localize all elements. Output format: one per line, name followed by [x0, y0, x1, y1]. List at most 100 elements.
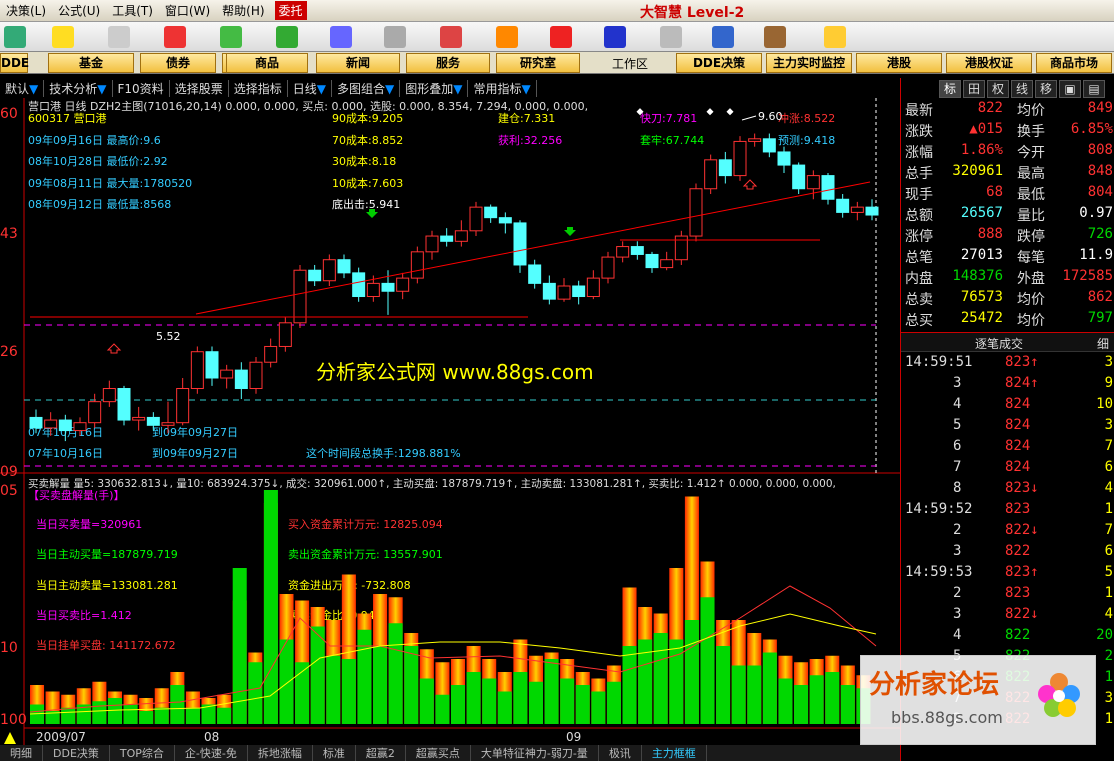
candle: [117, 388, 131, 421]
quote-row: 总卖 76573 均价 862: [901, 289, 1114, 310]
candle: [146, 416, 160, 426]
volume-bar-sell: [263, 490, 278, 724]
nav-service[interactable]: 服务: [406, 53, 490, 73]
tab-right[interactable]: 权: [987, 80, 1009, 98]
sub-f10[interactable]: F10资料: [113, 79, 170, 97]
nav-news[interactable]: 新闻: [316, 53, 400, 73]
menu-tools[interactable]: 工具(T): [106, 2, 159, 19]
nav-dde[interactable]: DDE: [0, 53, 29, 73]
tab-window-a[interactable]: ▣: [1059, 80, 1081, 98]
bottom-tab[interactable]: 大单特征神力-弱刀-量: [471, 745, 599, 761]
bottom-tab[interactable]: 主力框框: [642, 745, 707, 761]
sub-common-indicator[interactable]: 常用指标▼: [468, 79, 537, 97]
tab-line[interactable]: 线: [1011, 80, 1033, 98]
tick-row: 7 824 6: [901, 459, 1114, 480]
tick-volume: 1: [1104, 711, 1113, 727]
crosshair-icon[interactable]: [52, 26, 74, 48]
forum-title: 分析家论坛: [869, 670, 1000, 700]
candle: [249, 361, 263, 390]
tab-window-b[interactable]: ▤: [1083, 80, 1105, 98]
quote-row: 内盘 148376 外盘 172585: [901, 268, 1114, 289]
y-label-26: 26: [0, 344, 18, 360]
ruler-icon[interactable]: [108, 26, 130, 48]
nav-fund[interactable]: 基金: [48, 53, 134, 73]
menu-formula[interactable]: 公式(U): [52, 2, 106, 19]
tick-row: 14:59:51 823↑ 3: [901, 354, 1114, 375]
nav-commodity[interactable]: 商品: [226, 53, 308, 73]
menu-help[interactable]: 帮助(H): [216, 2, 270, 19]
pie-icon[interactable]: [550, 26, 572, 48]
sub-daily[interactable]: 日线▼: [288, 79, 332, 97]
workspace-label[interactable]: 工作区: [612, 55, 648, 72]
tick-row: 14:59:53 823↑ 5: [901, 564, 1114, 585]
tab-mark[interactable]: 标: [939, 80, 961, 98]
vol-left-stat-3: 当日买卖比=1.412: [36, 608, 132, 622]
vol-left-stat-0: 当日买卖量=320961: [36, 517, 142, 531]
sub-tech-analysis[interactable]: 技术分析▼: [44, 79, 113, 97]
nav-hk-warrant[interactable]: 港股权证: [946, 53, 1032, 73]
volume-bar-sell: [840, 685, 855, 724]
bottom-tab[interactable]: TOP综合: [110, 745, 175, 761]
bottom-tab[interactable]: 超赢2: [356, 745, 406, 761]
binoculars-icon[interactable]: [330, 26, 352, 48]
books-icon[interactable]: [764, 26, 786, 48]
volume-bar-sell: [388, 623, 403, 724]
tick-price: 823↓: [1005, 480, 1039, 496]
bottom-tab[interactable]: 极讯: [599, 745, 642, 761]
help-icon[interactable]: [824, 26, 846, 48]
printer-icon[interactable]: [660, 26, 682, 48]
tick-time: 5: [953, 417, 962, 433]
x-label-0: 2009/07: [36, 730, 86, 744]
volume-bar-sell: [778, 678, 793, 724]
tab-move[interactable]: 移: [1035, 80, 1057, 98]
window-icon[interactable]: [712, 26, 734, 48]
bottom-tab[interactable]: DDE决策: [43, 745, 110, 761]
range-row-0-end: 到09年09月27日: [152, 425, 238, 439]
sub-select-indicator[interactable]: 选择指标: [229, 79, 288, 97]
column-icon[interactable]: [384, 26, 406, 48]
bottom-tab[interactable]: 超赢买点: [406, 745, 471, 761]
volume-bar-sell: [606, 681, 621, 724]
dollar-icon[interactable]: [164, 26, 186, 48]
quote-row: 总手 320961 最高 848: [901, 163, 1114, 184]
quote-row: 涨跌 ▲015 换手 6.85%: [901, 121, 1114, 142]
nav-main-monitor[interactable]: 主力实时监控: [766, 53, 852, 73]
bottom-tabs: 明细 DDE决策 TOP综合 企-快速-免 拆地涨幅 标准 超赢2 超赢买点 大单特征神力-弱刀…: [0, 745, 900, 761]
bottom-tab[interactable]: 企-快速-免: [175, 745, 248, 761]
tick-volume: 5: [1104, 564, 1113, 580]
quote-label: 总买: [905, 313, 933, 329]
diamond-icon[interactable]: [496, 26, 518, 48]
globe-icon[interactable]: [604, 26, 626, 48]
signal-predict: 预测:9.418: [778, 134, 835, 147]
nav-research[interactable]: 研究室: [496, 53, 580, 73]
menu-decision[interactable]: 决策(L): [0, 2, 52, 19]
chart-icon[interactable]: [220, 26, 242, 48]
nav-bond[interactable]: 债券: [140, 53, 216, 73]
flag-icon[interactable]: [440, 26, 462, 48]
left-info-2: 09年08月11日 最大量:1780520: [28, 176, 192, 190]
quote-label: 均价: [1017, 313, 1045, 329]
bottom-tab[interactable]: 拆地涨幅: [248, 745, 313, 761]
nav-dde-decision[interactable]: DDE决策: [676, 53, 762, 73]
candle: [44, 419, 58, 429]
nav-commodity-market[interactable]: 商品市场: [1036, 53, 1112, 73]
candle: [73, 422, 87, 432]
ticks-detail-button[interactable]: 细: [1097, 335, 1109, 352]
tick-row: 5 824 3: [901, 417, 1114, 438]
stock-chart[interactable]: 60 43 26 09 营口港 日线 DZH2主图(71016,20,14) 0…: [0, 98, 900, 745]
tab-grid[interactable]: 田: [963, 80, 985, 98]
sub-overlay[interactable]: 图形叠加▼: [400, 79, 469, 97]
bottom-tab[interactable]: 明细: [0, 745, 43, 761]
sub-default[interactable]: 默认▼: [0, 79, 45, 97]
bars-icon[interactable]: [276, 26, 298, 48]
bottom-tab[interactable]: 标准: [313, 745, 356, 761]
nav-hk-stock[interactable]: 港股: [856, 53, 942, 73]
tick-row: 2 822↓ 7: [901, 522, 1114, 543]
tick-time: 6: [953, 438, 962, 454]
menu-window[interactable]: 窗口(W): [159, 2, 216, 19]
sub-multi-chart[interactable]: 多图组合▼: [332, 79, 401, 97]
grid-icon[interactable]: [4, 26, 26, 48]
sub-select-stock[interactable]: 选择股票: [170, 79, 229, 97]
entrust-button[interactable]: 委托: [274, 1, 307, 20]
candle: [88, 401, 102, 424]
